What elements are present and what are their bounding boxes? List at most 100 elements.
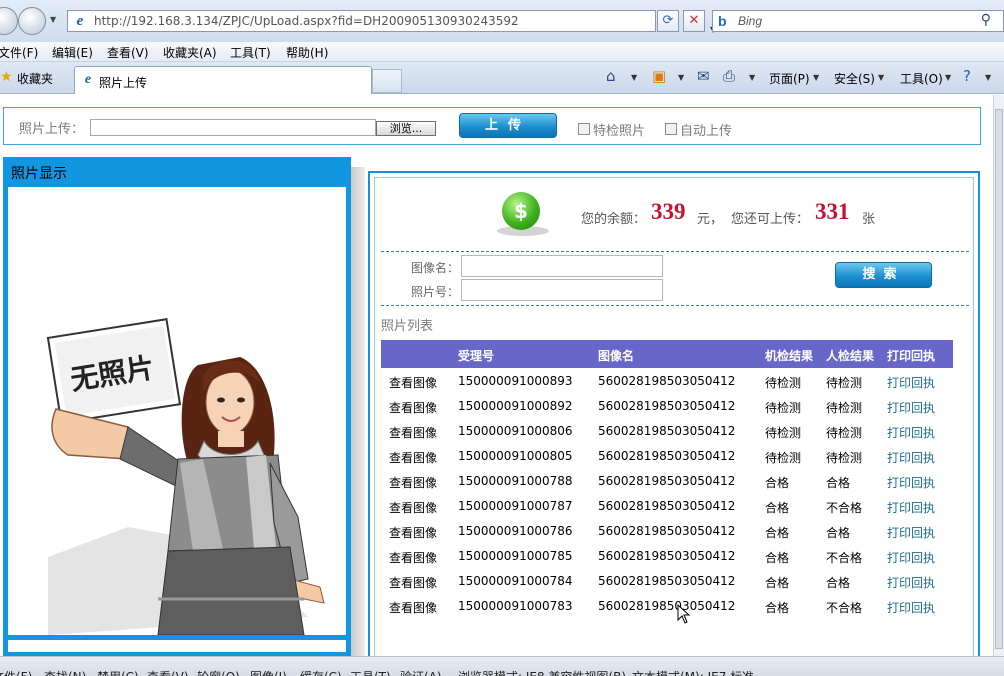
view-image-link[interactable]: 查看图像 bbox=[389, 549, 437, 566]
print-receipt-link[interactable]: 打印回执 bbox=[887, 474, 935, 491]
photo-list-panel: $ 您的余额： 339 元， 您还可上传： 331 张 图像名： 照片号： 搜索… bbox=[368, 171, 980, 656]
print-receipt-link[interactable]: 打印回执 bbox=[887, 574, 935, 591]
auto-upload-checkbox[interactable] bbox=[665, 123, 677, 135]
menu-help[interactable]: 帮助(H) bbox=[286, 44, 328, 61]
remain-unit: 张 bbox=[862, 212, 876, 227]
table-row: 查看图像 150000091000893 560028198503050412 待检测… bbox=[381, 368, 953, 393]
rss-feed-icon[interactable]: ▣ bbox=[652, 67, 666, 85]
home-icon[interactable]: ⌂ bbox=[606, 67, 616, 85]
cell-human-result: 不合格 bbox=[826, 601, 863, 615]
upload-button[interactable]: 上传 bbox=[459, 113, 557, 138]
photo-placeholder-image: 无照片 bbox=[8, 187, 346, 636]
devtool-tools[interactable]: 工具(T) bbox=[350, 668, 391, 676]
menu-edit[interactable]: 编辑(E) bbox=[52, 44, 93, 61]
refresh-button[interactable]: ⟳ bbox=[657, 10, 679, 32]
table-row: 查看图像 150000091000784 560028198503050412 合格 合… bbox=[381, 568, 953, 593]
view-image-link[interactable]: 查看图像 bbox=[389, 574, 437, 591]
history-dropdown-icon[interactable]: ▼ bbox=[50, 15, 56, 24]
favorites-label[interactable]: 收藏夹 bbox=[17, 70, 53, 87]
view-image-link[interactable]: 查看图像 bbox=[389, 599, 437, 616]
devtool-disable[interactable]: 禁用(C) bbox=[97, 668, 139, 676]
photo-no-input[interactable] bbox=[461, 279, 663, 301]
devtool-view[interactable]: 查看(V) bbox=[147, 668, 189, 676]
print-dropdown-icon[interactable]: ▼ bbox=[749, 73, 755, 82]
view-image-link[interactable]: 查看图像 bbox=[389, 374, 437, 391]
special-photo-checkbox[interactable] bbox=[578, 123, 590, 135]
devtool-cache[interactable]: 缓存(C) bbox=[300, 668, 342, 676]
safety-menu[interactable]: 安全(S) bbox=[834, 70, 875, 87]
dollar-coin-icon: $ bbox=[502, 192, 540, 230]
print-receipt-link[interactable]: 打印回执 bbox=[887, 449, 935, 466]
view-image-link[interactable]: 查看图像 bbox=[389, 449, 437, 466]
file-path-input[interactable] bbox=[90, 119, 376, 136]
devtool-outline[interactable]: 轮廓(O) bbox=[197, 668, 240, 676]
tab-photo-upload[interactable]: e 照片上传 bbox=[74, 66, 372, 94]
safety-dropdown-icon[interactable]: ▼ bbox=[878, 73, 884, 82]
feed-dropdown-icon[interactable]: ▼ bbox=[678, 73, 684, 82]
menu-bar: 文件(F) 编辑(E) 查看(V) 收藏夹(A) 工具(T) 帮助(H) bbox=[0, 42, 1004, 62]
page-dropdown-icon[interactable]: ▼ bbox=[813, 73, 819, 82]
print-receipt-link[interactable]: 打印回执 bbox=[887, 499, 935, 516]
print-receipt-link[interactable]: 打印回执 bbox=[887, 599, 935, 616]
table-row: 查看图像 150000091000785 560028198503050412 合格 不… bbox=[381, 543, 953, 568]
scrollbar-thumb[interactable] bbox=[995, 109, 1003, 649]
home-dropdown-icon[interactable]: ▼ bbox=[631, 73, 637, 82]
stop-button[interactable]: ✕ bbox=[683, 10, 705, 32]
print-receipt-link[interactable]: 打印回执 bbox=[887, 524, 935, 541]
developer-toolbar: 文件(F) 查找(N) 禁用(C) 查看(V) 轮廓(O) 图像(I) 缓存(C… bbox=[0, 656, 1004, 676]
tools-menu[interactable]: 工具(O) bbox=[900, 70, 943, 87]
menu-tools[interactable]: 工具(T) bbox=[230, 44, 271, 61]
devtool-validate[interactable]: 验证(A) bbox=[400, 668, 442, 676]
view-image-link[interactable]: 查看图像 bbox=[389, 474, 437, 491]
tab-title: 照片上传 bbox=[99, 76, 148, 90]
url-text[interactable]: http://192.168.3.134/ZPJC/UpLoad.aspx?fi… bbox=[94, 14, 519, 28]
new-tab-button[interactable] bbox=[372, 69, 402, 93]
help-icon[interactable]: ? bbox=[963, 67, 971, 85]
cell-machine-result: 合格 bbox=[765, 551, 790, 565]
cell-human-result: 合格 bbox=[826, 576, 851, 590]
print-receipt-link[interactable]: 打印回执 bbox=[887, 424, 935, 441]
tools-dropdown-icon[interactable]: ▼ bbox=[945, 73, 951, 82]
devtool-image[interactable]: 图像(I) bbox=[250, 668, 287, 676]
cell-machine-result: 待检测 bbox=[765, 426, 802, 440]
cell-human-result: 合格 bbox=[826, 526, 851, 540]
search-box[interactable]: b Bing ⚲ bbox=[712, 10, 1004, 32]
cell-image-name: 560028198503050412 bbox=[598, 599, 736, 613]
back-button[interactable] bbox=[0, 7, 18, 35]
print-receipt-link[interactable]: 打印回执 bbox=[887, 549, 935, 566]
favorites-star-icon[interactable]: ★ bbox=[0, 69, 13, 85]
view-image-link[interactable]: 查看图像 bbox=[389, 424, 437, 441]
table-row: 查看图像 150000091000787 560028198503050412 合格 不… bbox=[381, 493, 953, 518]
print-receipt-link[interactable]: 打印回执 bbox=[887, 374, 935, 391]
help-dropdown-icon[interactable]: ▼ bbox=[985, 73, 991, 82]
devtool-document-mode[interactable]: 文本模式(M): IE7 标准 bbox=[632, 668, 754, 676]
devtool-find[interactable]: 查找(N) bbox=[44, 668, 86, 676]
page-menu[interactable]: 页面(P) bbox=[769, 70, 810, 87]
page-viewport: 照片上传： 浏览... 上传 特检照片 自动上传 照片显示 无照片 $ 您的余额… bbox=[0, 95, 993, 656]
cell-machine-result: 合格 bbox=[765, 601, 790, 615]
divider-bottom bbox=[381, 305, 969, 306]
mail-icon[interactable]: ✉ bbox=[697, 67, 710, 85]
view-image-link[interactable]: 查看图像 bbox=[389, 524, 437, 541]
image-name-label: 图像名： bbox=[411, 261, 460, 275]
cell-image-name: 560028198503050412 bbox=[598, 574, 736, 588]
search-icon[interactable]: ⚲ bbox=[981, 12, 991, 28]
print-receipt-link[interactable]: 打印回执 bbox=[887, 399, 935, 416]
print-icon[interactable]: ⎙ bbox=[723, 67, 735, 85]
cell-image-name: 560028198503050412 bbox=[598, 374, 736, 388]
view-image-link[interactable]: 查看图像 bbox=[389, 399, 437, 416]
cell-machine-result: 合格 bbox=[765, 576, 790, 590]
forward-button[interactable] bbox=[18, 7, 46, 35]
cell-accept-id: 150000091000893 bbox=[458, 374, 573, 388]
menu-favorites[interactable]: 收藏夹(A) bbox=[163, 44, 217, 61]
menu-view[interactable]: 查看(V) bbox=[107, 44, 149, 61]
browse-button[interactable]: 浏览... bbox=[376, 121, 436, 136]
vertical-scrollbar[interactable] bbox=[993, 95, 1004, 656]
image-name-input[interactable] bbox=[461, 255, 663, 277]
devtool-file[interactable]: 文件(F) bbox=[0, 668, 32, 676]
address-bar[interactable]: e http://192.168.3.134/ZPJC/UpLoad.aspx?… bbox=[67, 10, 716, 34]
menu-file[interactable]: 文件(F) bbox=[0, 44, 38, 61]
view-image-link[interactable]: 查看图像 bbox=[389, 499, 437, 516]
devtool-browser-mode[interactable]: 浏览器模式: IE8 兼容性视图(B) bbox=[458, 668, 626, 676]
search-button[interactable]: 搜索 bbox=[835, 262, 932, 288]
